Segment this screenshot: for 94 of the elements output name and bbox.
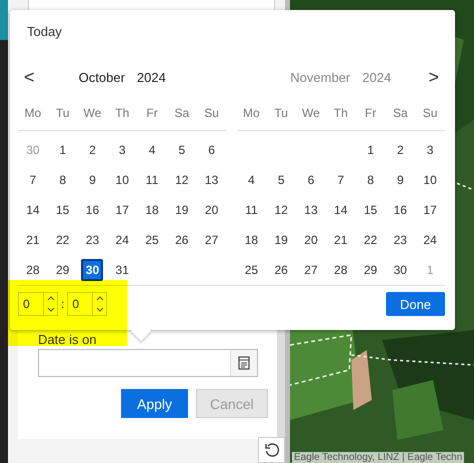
day-button[interactable]: 15 <box>360 199 382 221</box>
date-input[interactable] <box>38 349 258 377</box>
day-button[interactable]: 20 <box>200 199 223 221</box>
day-button[interactable]: 22 <box>360 229 382 251</box>
map-attribution: Eagle Technology, LINZ | Eagle Techn <box>292 452 464 463</box>
day-button[interactable]: 24 <box>419 229 442 251</box>
day-button[interactable]: 23 <box>389 229 412 251</box>
day-button[interactable]: 18 <box>141 199 164 221</box>
search-field[interactable] <box>28 0 275 11</box>
day-button[interactable]: 6 <box>200 139 223 161</box>
day-button[interactable]: 24 <box>111 229 134 251</box>
day-button[interactable]: 8 <box>360 169 382 191</box>
weekday-label: We <box>82 105 102 122</box>
day-button[interactable]: 19 <box>170 199 193 221</box>
weekday-label: Th <box>332 105 349 122</box>
field-label: Date is on <box>38 332 98 347</box>
weekday-label: Sa <box>392 105 409 122</box>
day-button[interactable]: 28 <box>330 259 352 281</box>
day-button[interactable]: 7 <box>22 169 44 191</box>
day-button[interactable]: 9 <box>81 169 104 191</box>
weekday-label: Mo <box>242 105 261 122</box>
day-button[interactable]: 4 <box>240 169 262 191</box>
year-title: 2024 <box>362 70 392 84</box>
weekday-label: Tu <box>54 105 70 122</box>
day-button[interactable]: 22 <box>52 229 74 251</box>
day-button[interactable]: 27 <box>200 229 223 251</box>
day-button[interactable]: 8 <box>52 169 74 191</box>
month-title: October <box>78 70 125 84</box>
day-button[interactable]: 16 <box>389 199 412 221</box>
day-button[interactable]: 17 <box>419 199 442 221</box>
done-button[interactable]: Done <box>386 292 445 316</box>
day-button[interactable]: 2 <box>81 139 104 161</box>
month-title: November <box>290 70 350 84</box>
day-button[interactable]: 27 <box>300 259 322 281</box>
day-button[interactable]: 14 <box>330 199 352 221</box>
day-button[interactable]: 17 <box>111 199 134 221</box>
day-button[interactable]: 9 <box>389 169 412 191</box>
today-button[interactable]: Today <box>27 24 62 39</box>
day-button[interactable]: 30 <box>389 259 412 281</box>
weekday-label: Fr <box>145 105 159 122</box>
weekday-label: Th <box>114 105 130 122</box>
weekday-label: Su <box>203 105 220 122</box>
day-button[interactable]: 15 <box>52 199 74 221</box>
day-button[interactable]: 16 <box>81 199 104 221</box>
calendar-button[interactable] <box>230 350 257 376</box>
day-button[interactable]: 29 <box>360 259 382 281</box>
day-button[interactable]: 7 <box>330 169 352 191</box>
year-title: 2024 <box>136 70 166 84</box>
day-button[interactable]: 3 <box>111 139 134 161</box>
reset-button[interactable] <box>258 437 285 463</box>
day-button[interactable]: 30 <box>81 259 104 281</box>
day-button[interactable]: 5 <box>170 139 193 161</box>
day-button[interactable]: 20 <box>300 229 322 251</box>
day-button[interactable]: 14 <box>22 199 44 221</box>
day-button[interactable]: 19 <box>270 229 292 251</box>
day-button[interactable]: 12 <box>170 169 193 191</box>
time-separator: : <box>61 297 64 311</box>
day-button[interactable]: 23 <box>81 229 104 251</box>
day-button[interactable]: 11 <box>141 169 164 191</box>
weekday-label: We <box>301 105 321 122</box>
day-button[interactable]: 28 <box>22 259 44 281</box>
day-button[interactable]: 3 <box>419 139 442 161</box>
day-button[interactable]: 31 <box>111 259 134 281</box>
day-button[interactable]: 25 <box>141 229 164 251</box>
accent-bar <box>0 0 8 40</box>
day-button[interactable]: 26 <box>170 229 193 251</box>
day-button[interactable]: 21 <box>330 229 352 251</box>
weekday-label: Sa <box>173 105 190 122</box>
day-button[interactable]: 13 <box>300 199 322 221</box>
day-button[interactable]: 21 <box>22 229 44 251</box>
previous-month-button[interactable]: < <box>18 66 41 88</box>
weekday-label: Tu <box>273 105 289 122</box>
day-button[interactable]: 13 <box>200 169 223 191</box>
day-button[interactable]: 10 <box>111 169 134 191</box>
day-button[interactable]: 1 <box>360 139 382 161</box>
day-button[interactable]: 29 <box>52 259 74 281</box>
day-button[interactable]: 26 <box>270 259 292 281</box>
day-button[interactable]: 10 <box>419 169 442 191</box>
reset-icon <box>264 442 280 458</box>
weekday-label: Mo <box>24 105 42 122</box>
weekday-label: Fr <box>364 105 378 122</box>
day-button[interactable]: 11 <box>240 199 262 221</box>
calendar-icon <box>238 356 250 370</box>
day-button[interactable]: 12 <box>270 199 292 221</box>
day-button[interactable]: 1 <box>52 139 74 161</box>
day-button[interactable]: 18 <box>240 229 262 251</box>
weekday-label: Su <box>422 105 438 122</box>
day-button[interactable]: 2 <box>389 139 412 161</box>
day-button[interactable]: 5 <box>270 169 292 191</box>
day-button[interactable]: 4 <box>141 139 164 161</box>
day-button[interactable]: 6 <box>300 169 322 191</box>
apply-button[interactable]: Apply <box>121 389 188 418</box>
day-button[interactable]: 25 <box>240 259 262 281</box>
next-month-button[interactable]: > <box>422 66 445 88</box>
